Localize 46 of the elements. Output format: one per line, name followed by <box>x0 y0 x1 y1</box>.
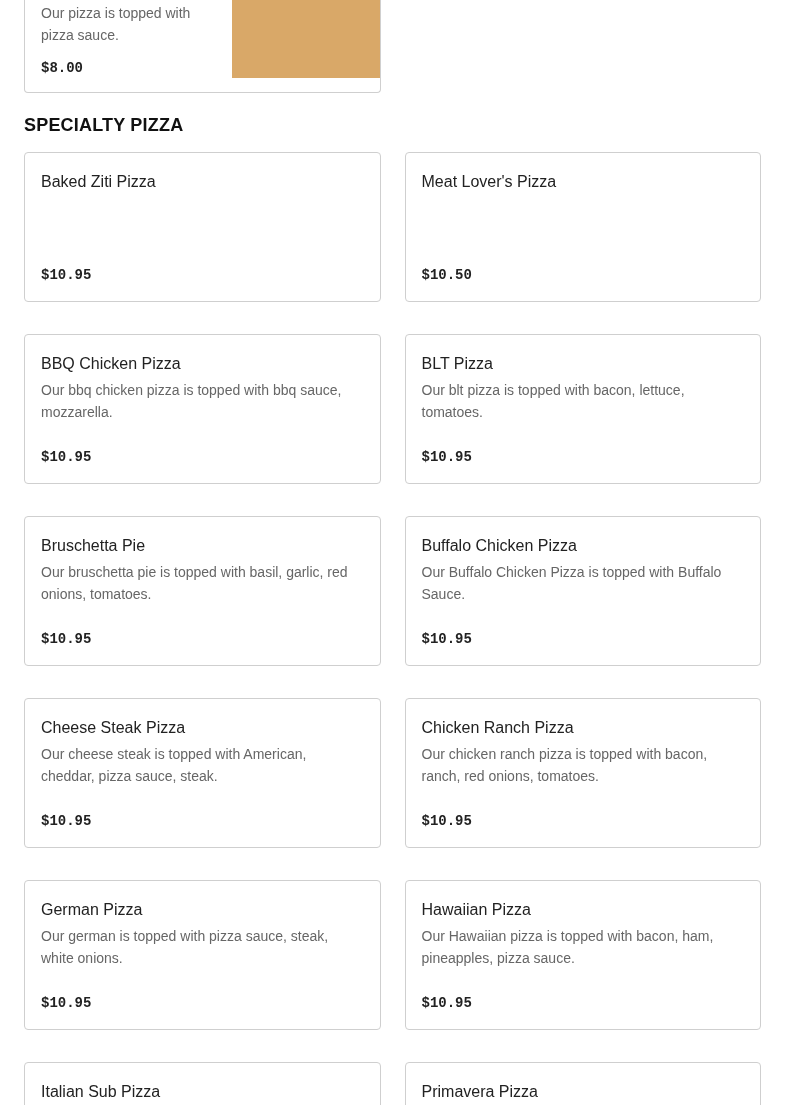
item-name: Baked Ziti Pizza <box>41 173 157 191</box>
item-description: Our german is topped with pizza sauce, steak, white onions. <box>41 927 330 968</box>
item-name: Buffalo Chicken Pizza <box>421 537 578 555</box>
item-description: Our Buffalo Chicken Pizza is topped with Buffalo Sauce. <box>421 563 723 604</box>
item-name: Meat Lover's Pizza <box>421 173 558 191</box>
item-name: Chicken Ranch Pizza <box>421 719 575 737</box>
menu-item-card[interactable]: BLT Pizza Our blt pizza is topped with bacon, lettuce, tomatoes. $10.95 <box>404 334 761 484</box>
item-description: Our chicken ranch pizza is topped with bacon, ranch, red onions, tomatoes. <box>421 745 709 786</box>
item-price: $10.95 <box>41 631 93 647</box>
item-price: $10.95 <box>421 813 473 829</box>
item-description: Our bbq chicken pizza is topped with bbq sauce, mozzarella. <box>41 381 343 422</box>
item-price: $10.95 <box>41 267 93 283</box>
item-price: $10.95 <box>421 995 473 1011</box>
menu-item-card[interactable]: Primavera Pizza <box>404 1062 761 1105</box>
item-price: $10.95 <box>41 449 93 465</box>
section-heading: SPECIALTY PIZZA <box>24 115 185 136</box>
item-name: Cheese Steak Pizza <box>41 719 187 737</box>
item-name: Primavera Pizza <box>421 1083 539 1101</box>
item-name: BLT Pizza <box>421 355 494 373</box>
item-description: Our cheese steak is topped with American, cheddar, pizza sauce, steak. <box>41 745 308 786</box>
item-price: $10.95 <box>421 449 473 465</box>
menu-item-card[interactable]: German Pizza Our german is topped with pizza sauce, steak, white onions. $10.95 <box>24 880 381 1030</box>
item-name: Hawaiian Pizza <box>421 901 532 919</box>
item-price: $10.50 <box>421 267 473 283</box>
item-price: $10.95 <box>421 631 473 647</box>
item-name: Italian Sub Pizza <box>41 1083 162 1101</box>
item-name: BBQ Chicken Pizza <box>41 355 182 373</box>
item-description: Our pizza is topped with pizza sauce. <box>41 4 192 45</box>
menu-item-card[interactable]: Bruschetta Pie Our bruschetta pie is topped with basil, garlic, red onions, tomatoes. $10.95 <box>24 516 381 666</box>
item-name: German Pizza <box>41 901 144 919</box>
menu-item-card[interactable]: Meat Lover's Pizza $10.50 <box>404 152 761 302</box>
menu-item-card[interactable]: Chicken Ranch Pizza Our chicken ranch pizza is topped with bacon, ranch, red onions, tomatoes. $10.95 <box>404 698 761 848</box>
item-description: Our bruschetta pie is topped with basil, garlic, red onions, tomatoes. <box>41 563 349 604</box>
menu-item-card[interactable]: Hawaiian Pizza Our Hawaiian pizza is topped with bacon, ham, pineapples, pizza sauce. $10.95 <box>404 880 761 1030</box>
menu-item-card[interactable]: BBQ Chicken Pizza Our bbq chicken pizza is topped with bbq sauce, mozzarella. $10.95 <box>24 334 381 484</box>
item-name: Bruschetta Pie <box>41 537 147 555</box>
item-price: $10.95 <box>41 995 93 1011</box>
menu-item-card[interactable]: Buffalo Chicken Pizza Our Buffalo Chicken Pizza is topped with Buffalo Sauce. $10.95 <box>404 516 761 666</box>
item-price: $10.95 <box>41 813 93 829</box>
menu-item-card[interactable]: Baked Ziti Pizza $10.95 <box>24 152 381 302</box>
item-price: $8.00 <box>41 60 84 76</box>
menu-item-card[interactable]: Cheese Steak Pizza Our cheese steak is topped with American, cheddar, pizza sauce, steak. $10.95 <box>24 698 381 848</box>
item-description: Our blt pizza is topped with bacon, lettuce, tomatoes. <box>421 381 686 422</box>
menu-item-card[interactable]: Italian Sub Pizza <box>24 1062 381 1105</box>
item-description: Our Hawaiian pizza is topped with bacon, ham, pineapples, pizza sauce. <box>421 927 715 968</box>
menu-item-card[interactable]: Our pizza is topped with pizza sauce. $8.00 <box>24 0 381 93</box>
